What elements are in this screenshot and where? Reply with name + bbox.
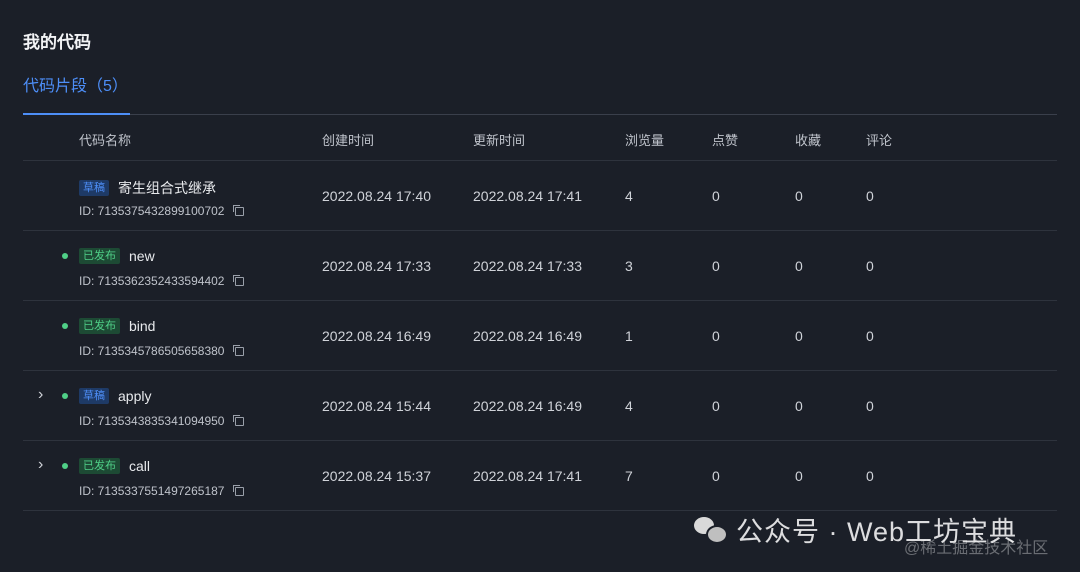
header-favorites: 收藏	[795, 133, 822, 148]
code-table: 代码名称 创建时间 更新时间 浏览量 点赞 收藏 评论 草稿 寄生组合式继承 I…	[23, 115, 1057, 511]
header-name: 代码名称	[79, 133, 132, 148]
copy-icon[interactable]	[233, 274, 245, 286]
row-id: ID: 7135345786505658380	[79, 344, 225, 358]
row-views: 4	[625, 398, 633, 414]
copy-icon[interactable]	[233, 414, 245, 426]
row-comments: 0	[866, 398, 874, 414]
status-dot-icon	[62, 393, 68, 399]
row-favorites: 0	[795, 398, 803, 414]
row-comments: 0	[866, 328, 874, 344]
row-comments: 0	[866, 188, 874, 204]
page-title: 我的代码	[23, 33, 91, 52]
row-likes: 0	[712, 188, 720, 204]
row-id: ID: 7135337551497265187	[79, 484, 225, 498]
row-likes: 0	[712, 398, 720, 414]
status-dot-icon	[62, 323, 68, 329]
row-created: 2022.08.24 17:33	[322, 258, 431, 274]
row-comments: 0	[866, 258, 874, 274]
row-id-line: ID: 7135343835341094950	[79, 414, 245, 428]
row-favorites: 0	[795, 328, 803, 344]
row-name-line: 已发布 call	[79, 458, 150, 474]
row-created: 2022.08.24 16:49	[322, 328, 431, 344]
status-dot-icon	[62, 463, 68, 469]
table-header: 代码名称 创建时间 更新时间 浏览量 点赞 收藏 评论	[23, 115, 1057, 161]
row-favorites: 0	[795, 258, 803, 274]
watermark-sub: @稀土掘金技术社区	[904, 540, 1049, 557]
status-badge: 已发布	[79, 318, 120, 334]
status-dot-icon	[62, 253, 68, 259]
row-id: ID: 7135362352433594402	[79, 274, 225, 288]
header-likes: 点赞	[712, 133, 739, 148]
row-id-line: ID: 7135362352433594402	[79, 274, 245, 288]
row-views: 3	[625, 258, 633, 274]
row-title[interactable]: 寄生组合式继承	[118, 178, 216, 198]
table-row[interactable]: 草稿 寄生组合式继承 ID: 7135375432899100702 2022.…	[23, 161, 1057, 231]
status-badge: 草稿	[79, 180, 109, 196]
row-name-line: 已发布 bind	[79, 318, 155, 334]
header-views: 浏览量	[625, 133, 665, 148]
row-name-line: 草稿 寄生组合式继承	[79, 178, 216, 198]
status-badge: 草稿	[79, 388, 109, 404]
row-created: 2022.08.24 15:37	[322, 468, 431, 484]
row-created: 2022.08.24 15:44	[322, 398, 431, 414]
table-row[interactable]: › 已发布 call ID: 7135337551497265187 2022.…	[23, 441, 1057, 511]
row-likes: 0	[712, 258, 720, 274]
header-comments: 评论	[866, 133, 893, 148]
row-id-line: ID: 7135337551497265187	[79, 484, 245, 498]
row-updated: 2022.08.24 16:49	[473, 328, 582, 344]
row-name-line: 已发布 new	[79, 248, 155, 264]
copy-icon[interactable]	[233, 484, 245, 496]
row-views: 4	[625, 188, 633, 204]
row-likes: 0	[712, 328, 720, 344]
row-id-line: ID: 7135375432899100702	[79, 204, 245, 218]
row-title[interactable]: call	[129, 458, 150, 474]
row-updated: 2022.08.24 17:41	[473, 188, 582, 204]
chevron-right-icon[interactable]: ›	[38, 456, 43, 474]
row-name-line: 草稿 apply	[79, 388, 151, 404]
row-updated: 2022.08.24 17:33	[473, 258, 582, 274]
row-title[interactable]: apply	[118, 388, 151, 404]
row-views: 7	[625, 468, 633, 484]
row-updated: 2022.08.24 16:49	[473, 398, 582, 414]
copy-icon[interactable]	[233, 344, 245, 356]
row-id-line: ID: 7135345786505658380	[79, 344, 245, 358]
row-likes: 0	[712, 468, 720, 484]
wechat-icon	[694, 516, 728, 544]
status-badge: 已发布	[79, 458, 120, 474]
table-row[interactable]: › 草稿 apply ID: 7135343835341094950 2022.…	[23, 371, 1057, 441]
header-created: 创建时间	[322, 133, 375, 148]
chevron-right-icon[interactable]: ›	[38, 386, 43, 404]
row-title[interactable]: new	[129, 248, 155, 264]
row-comments: 0	[866, 468, 874, 484]
row-id: ID: 7135375432899100702	[79, 204, 225, 218]
copy-icon[interactable]	[233, 204, 245, 216]
row-views: 1	[625, 328, 633, 344]
row-updated: 2022.08.24 17:41	[473, 468, 582, 484]
header-updated: 更新时间	[473, 133, 526, 148]
row-id: ID: 7135343835341094950	[79, 414, 225, 428]
row-created: 2022.08.24 17:40	[322, 188, 431, 204]
status-badge: 已发布	[79, 248, 120, 264]
table-row[interactable]: 已发布 new ID: 7135362352433594402 2022.08.…	[23, 231, 1057, 301]
row-favorites: 0	[795, 188, 803, 204]
row-favorites: 0	[795, 468, 803, 484]
table-row[interactable]: 已发布 bind ID: 7135345786505658380 2022.08…	[23, 301, 1057, 371]
tab-bar: 代码片段（5）	[23, 72, 1057, 115]
tab-code-snippets[interactable]: 代码片段（5）	[23, 72, 130, 115]
row-title[interactable]: bind	[129, 318, 155, 334]
